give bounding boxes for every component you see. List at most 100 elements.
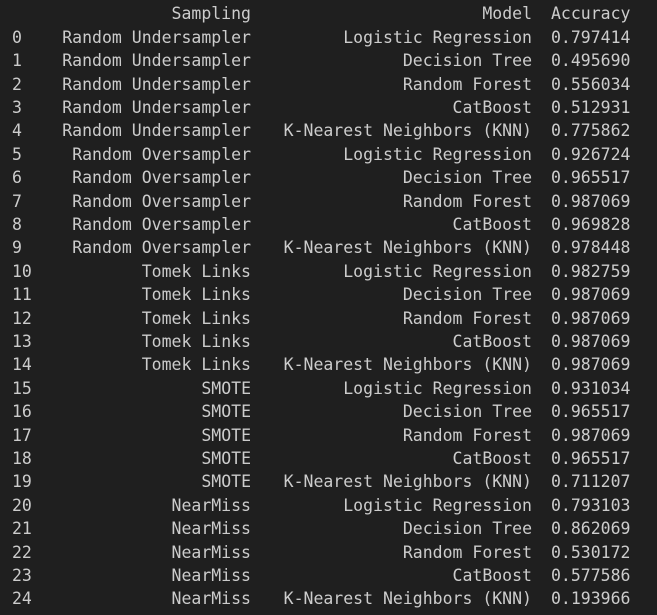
- accuracy-cell: 0.987069: [551, 331, 631, 351]
- accuracy-cell: 0.987069: [551, 425, 631, 445]
- table-row: 10 Tomek Links Logistic Regression 0.982759: [0, 260, 657, 283]
- sampling-cell: Random Undersampler: [62, 51, 251, 71]
- accuracy-cell: 0.926724: [551, 144, 631, 164]
- model-cell: K-Nearest Neighbors (KNN): [283, 121, 532, 141]
- sampling-cell: Tomek Links: [141, 355, 251, 375]
- table-row: 9 Random Oversampler K-Nearest Neighbors (…: [0, 236, 657, 259]
- sampling-cell: Tomek Links: [141, 308, 251, 328]
- accuracy-cell: 0.556034: [551, 74, 631, 94]
- row-index: 17: [12, 425, 32, 445]
- row-index: 7: [12, 191, 22, 211]
- model-cell: CatBoost: [452, 331, 532, 351]
- sampling-cell: Random Oversampler: [72, 214, 251, 234]
- accuracy-cell: 0.965517: [551, 402, 631, 422]
- accuracy-cell: 0.793103: [551, 495, 631, 515]
- row-index: 5: [12, 144, 22, 164]
- accuracy-cell: 0.978448: [551, 238, 631, 258]
- sampling-cell: Random Oversampler: [72, 168, 251, 188]
- accuracy-cell: 0.987069: [551, 308, 631, 328]
- sampling-cell: Random Undersampler: [62, 74, 251, 94]
- table-row: 11 Tomek Links Decision Tree 0.987069: [0, 283, 657, 306]
- table-row: 22 NearMiss Random Forest 0.530172: [0, 541, 657, 564]
- table-row: 3 Random Undersampler CatBoost 0.512931: [0, 96, 657, 119]
- table-row: 15 SMOTE Logistic Regression 0.931034: [0, 377, 657, 400]
- table-row: 21 NearMiss Decision Tree 0.862069: [0, 517, 657, 540]
- table-row: 14 Tomek Links K-Nearest Neighbors (KNN) 0.…: [0, 353, 657, 376]
- model-cell: Decision Tree: [402, 402, 532, 422]
- accuracy-cell: 0.987069: [551, 285, 631, 305]
- row-index: 18: [12, 448, 32, 468]
- sampling-cell: Random Undersampler: [62, 27, 251, 47]
- table-row: 13 Tomek Links CatBoost 0.987069: [0, 330, 657, 353]
- row-index: 13: [12, 331, 32, 351]
- row-index: 21: [12, 519, 32, 539]
- row-index: 12: [12, 308, 32, 328]
- accuracy-cell: 0.797414: [551, 27, 631, 47]
- model-cell: Random Forest: [402, 74, 532, 94]
- sampling-cell: Tomek Links: [141, 331, 251, 351]
- model-cell: Random Forest: [402, 191, 532, 211]
- sampling-cell: Tomek Links: [141, 261, 251, 281]
- sampling-cell: SMOTE: [201, 472, 251, 492]
- model-column-header: Model: [482, 4, 532, 23]
- row-index: 20: [12, 495, 32, 515]
- sampling-cell: NearMiss: [171, 565, 251, 585]
- table-row: 19 SMOTE K-Nearest Neighbors (KNN) 0.711207: [0, 470, 657, 493]
- model-cell: Decision Tree: [402, 519, 532, 539]
- row-index: 11: [12, 285, 32, 305]
- accuracy-cell: 0.965517: [551, 448, 631, 468]
- accuracy-cell: 0.982759: [551, 261, 631, 281]
- model-cell: K-Nearest Neighbors (KNN): [283, 589, 532, 609]
- accuracy-cell: 0.577586: [551, 565, 631, 585]
- model-cell: CatBoost: [452, 97, 532, 117]
- accuracy-column-header: Accuracy: [551, 4, 631, 23]
- row-index: 19: [12, 472, 32, 492]
- accuracy-cell: 0.987069: [551, 355, 631, 375]
- row-index: 2: [12, 74, 22, 94]
- table-row: 0 Random Undersampler Logistic Regression 0…: [0, 26, 657, 49]
- row-index: 8: [12, 214, 22, 234]
- table-row: 20 NearMiss Logistic Regression 0.793103: [0, 494, 657, 517]
- dataframe-output: Sampling Model Accuracy 0 Random Undersam…: [0, 0, 657, 615]
- sampling-cell: NearMiss: [171, 542, 251, 562]
- accuracy-cell: 0.862069: [551, 519, 631, 539]
- model-cell: Decision Tree: [402, 51, 532, 71]
- row-index: 15: [12, 378, 32, 398]
- table-row: 6 Random Oversampler Decision Tree 0.965517: [0, 166, 657, 189]
- accuracy-cell: 0.512931: [551, 97, 631, 117]
- sampling-cell: NearMiss: [171, 495, 251, 515]
- sampling-cell: NearMiss: [171, 519, 251, 539]
- row-index: 16: [12, 402, 32, 422]
- model-cell: CatBoost: [452, 448, 532, 468]
- table-row: 1 Random Undersampler Decision Tree 0.49569…: [0, 49, 657, 72]
- model-cell: Decision Tree: [402, 285, 532, 305]
- table-row: 4 Random Undersampler K-Nearest Neighbors …: [0, 119, 657, 142]
- sampling-cell: SMOTE: [201, 378, 251, 398]
- model-cell: K-Nearest Neighbors (KNN): [283, 238, 532, 258]
- accuracy-cell: 0.530172: [551, 542, 631, 562]
- sampling-cell: Random Undersampler: [62, 97, 251, 117]
- model-cell: Logistic Regression: [343, 261, 532, 281]
- sampling-cell: NearMiss: [171, 589, 251, 609]
- model-cell: Logistic Regression: [343, 27, 532, 47]
- table-row: 16 SMOTE Decision Tree 0.965517: [0, 400, 657, 423]
- row-index: 3: [12, 97, 22, 117]
- row-index: 24: [12, 589, 32, 609]
- accuracy-cell: 0.969828: [551, 214, 631, 234]
- table-row: 18 SMOTE CatBoost 0.965517: [0, 447, 657, 470]
- table-header-row: Sampling Model Accuracy: [0, 2, 657, 25]
- sampling-cell: Random Undersampler: [62, 121, 251, 141]
- accuracy-cell: 0.711207: [551, 472, 631, 492]
- sampling-cell: Random Oversampler: [72, 144, 251, 164]
- sampling-column-header: Sampling: [171, 4, 251, 23]
- model-cell: Decision Tree: [402, 168, 532, 188]
- model-cell: Random Forest: [402, 542, 532, 562]
- table-row: 24 NearMiss K-Nearest Neighbors (KNN) 0.193…: [0, 587, 657, 610]
- model-cell: K-Nearest Neighbors (KNN): [283, 472, 532, 492]
- model-cell: Random Forest: [402, 308, 532, 328]
- table-row: 12 Tomek Links Random Forest 0.987069: [0, 307, 657, 330]
- table-row: 17 SMOTE Random Forest 0.987069: [0, 424, 657, 447]
- model-cell: CatBoost: [452, 565, 532, 585]
- sampling-cell: SMOTE: [201, 425, 251, 445]
- row-index: 22: [12, 542, 32, 562]
